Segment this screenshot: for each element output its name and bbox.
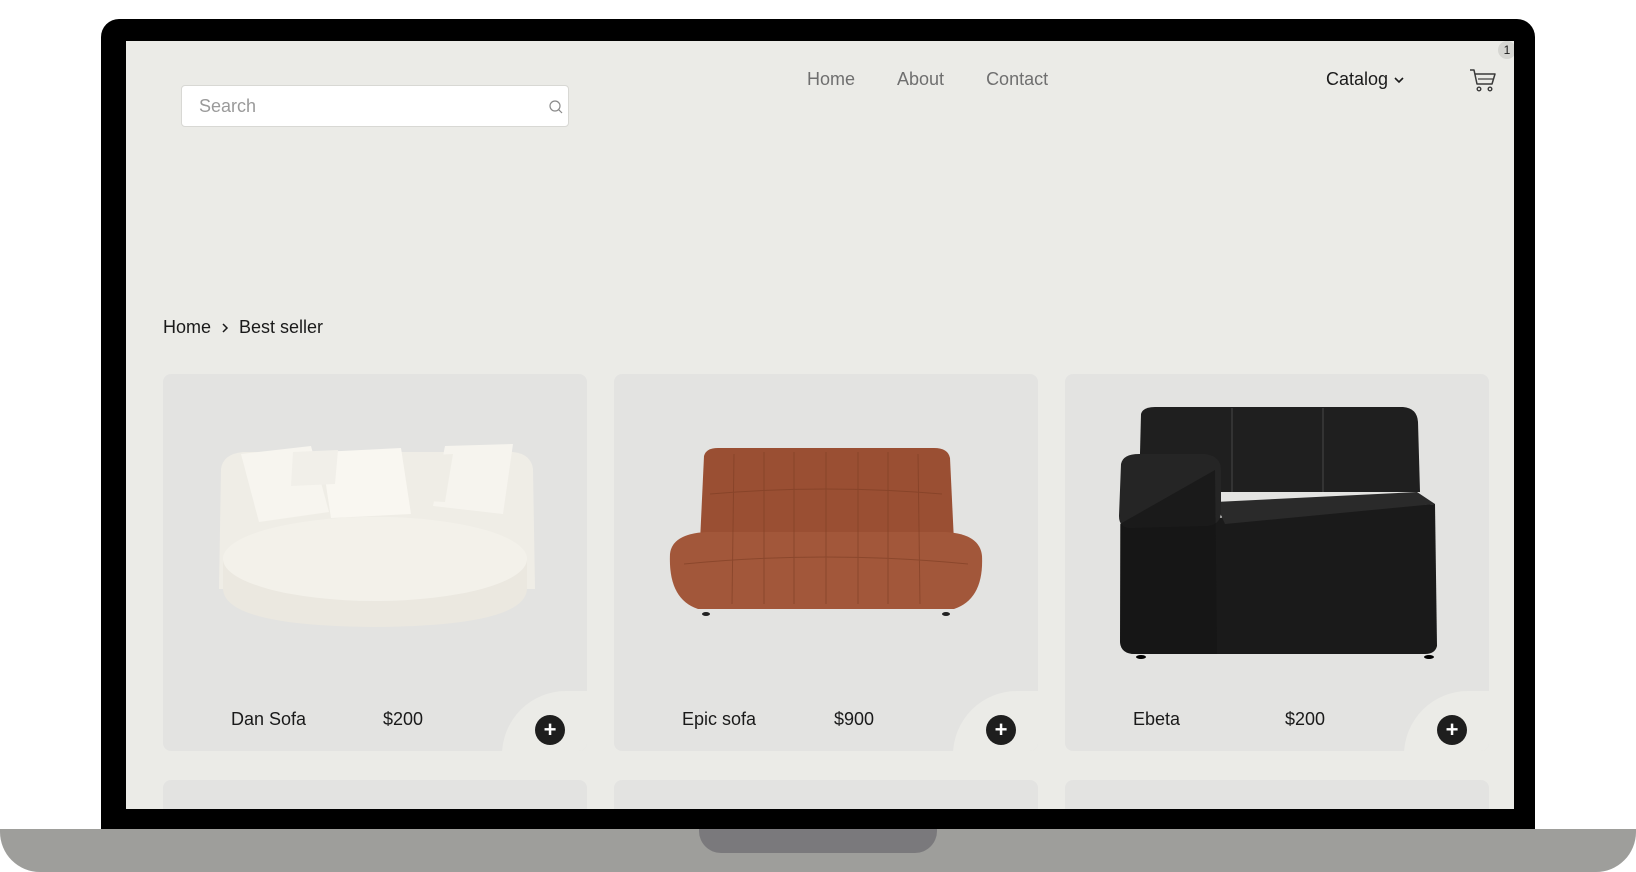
nav-link-about[interactable]: About [897,69,944,90]
search-box [181,85,569,127]
product-card[interactable]: Epic sofa $900 + [614,374,1038,751]
chevron-right-icon [222,322,229,333]
cart-count-badge: 1 [1498,41,1514,59]
product-card[interactable]: Dan Sofa $200 + [163,374,587,751]
main-nav: Home About Contact [807,69,1090,90]
product-image-epic-sofa [669,448,983,616]
product-name: Ebeta [1133,709,1181,729]
product-image-ebeta [1119,407,1437,659]
product-price: $200 [1285,709,1326,729]
nav-link-contact[interactable]: Contact [986,69,1048,90]
add-to-cart-button[interactable]: + [535,715,565,745]
search-icon[interactable] [548,99,564,115]
product-card[interactable] [163,780,587,809]
add-to-cart-button[interactable]: + [1437,715,1467,745]
catalog-label: Catalog [1326,69,1389,89]
catalog-dropdown[interactable]: Catalog [1326,69,1405,90]
add-to-cart-button[interactable]: + [986,715,1016,745]
breadcrumb: Home Best seller [163,317,323,338]
screen: Home About Contact Catalog 1 Home Best s… [126,41,1514,809]
cart-icon[interactable] [1468,65,1498,95]
product-price: $900 [834,709,875,729]
breadcrumb-home[interactable]: Home [163,317,211,338]
product-card[interactable]: Ebeta $200 + [1065,374,1489,751]
product-card[interactable] [614,780,1038,809]
product-price: $200 [383,709,424,729]
nav-link-home[interactable]: Home [807,69,855,90]
product-name: Epic sofa [682,709,757,729]
product-card[interactable] [1065,780,1489,809]
product-image-dan-sofa [219,444,535,627]
product-name: Dan Sofa [231,709,307,729]
breadcrumb-current: Best seller [239,317,324,337]
laptop-notch [699,829,937,853]
chevron-down-icon [1394,76,1404,83]
search-input[interactable] [182,86,539,126]
